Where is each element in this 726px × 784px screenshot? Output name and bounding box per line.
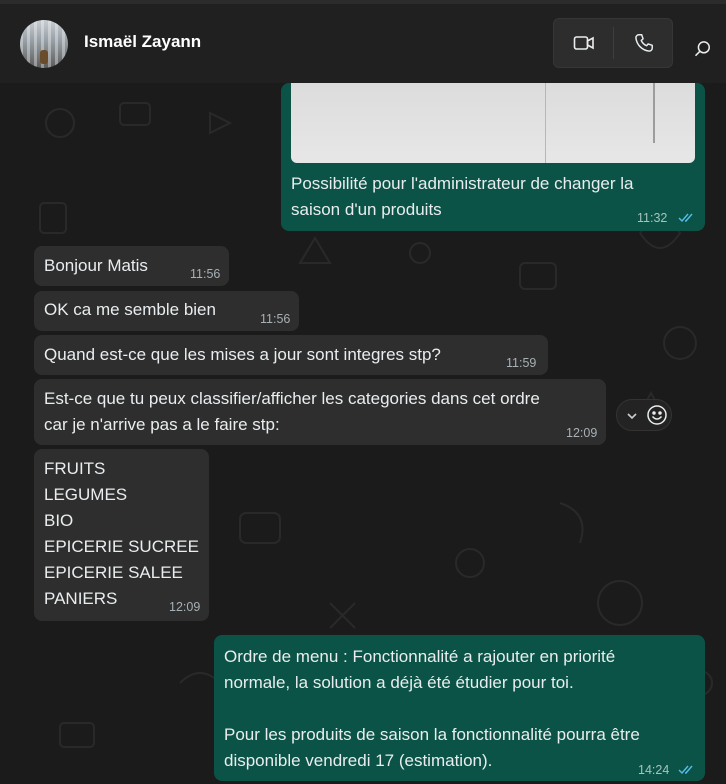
message-bubble-incoming[interactable]: Est-ce que tu peux classifier/afficher l… [34, 379, 606, 445]
emoji-smile-icon[interactable] [646, 404, 668, 426]
message-time: 11:56 [190, 267, 221, 281]
message-reaction-bar [616, 399, 672, 431]
message-bubble-incoming[interactable]: OK ca me semble bien 11:56 [34, 291, 299, 331]
message-time: 11:59 [506, 356, 537, 370]
image-detail [653, 83, 655, 143]
message-bubble-incoming[interactable]: Quand est-ce que les mises a jour sont i… [34, 335, 548, 375]
message-text: FRUITS LEGUMES BIO EPICERIE SUCREE EPICE… [44, 459, 199, 608]
contact-name[interactable]: Ismaël Zayann [84, 32, 201, 52]
read-receipt-icon [678, 765, 693, 775]
message-bubble-outgoing[interactable]: Ordre de menu : Fonctionnalité a rajoute… [214, 635, 705, 781]
chat-header: Ismaël Zayann [0, 4, 726, 83]
message-bubble-incoming[interactable]: Bonjour Matis 11:56 [34, 246, 229, 286]
message-time: 12:09 [169, 600, 201, 614]
message-image-attachment[interactable] [291, 83, 695, 163]
voice-call-button[interactable] [614, 19, 673, 67]
message-text: Possibilité pour l'administrateur de cha… [291, 174, 634, 219]
message-text: Est-ce que tu peux classifier/afficher l… [44, 389, 540, 434]
image-detail [545, 83, 546, 163]
message-time: 11:56 [260, 312, 291, 326]
message-text: Ordre de menu : Fonctionnalité a rajoute… [224, 647, 640, 770]
message-text: Quand est-ce que les mises a jour sont i… [44, 345, 441, 364]
video-call-button[interactable] [554, 19, 613, 67]
read-receipt-icon [678, 213, 693, 223]
message-time: 11:32 [637, 211, 668, 225]
search-icon [694, 41, 710, 57]
message-bubble-outgoing[interactable]: Possibilité pour l'administrateur de cha… [281, 83, 705, 231]
message-text: Bonjour Matis [44, 256, 148, 275]
chevron-down-icon[interactable] [626, 410, 638, 422]
message-text: OK ca me semble bien [44, 300, 216, 319]
avatar[interactable] [20, 20, 68, 68]
phone-icon [634, 34, 653, 52]
message-time: 14:24 [638, 763, 670, 777]
message-time: 12:09 [566, 426, 598, 440]
call-buttons-group [553, 18, 673, 68]
video-camera-icon [573, 36, 594, 50]
chat-panel[interactable]: Possibilité pour l'administrateur de cha… [0, 83, 726, 784]
message-bubble-incoming[interactable]: FRUITS LEGUMES BIO EPICERIE SUCREE EPICE… [34, 449, 209, 621]
avatar-figure [40, 50, 48, 64]
search-button[interactable] [684, 30, 722, 68]
